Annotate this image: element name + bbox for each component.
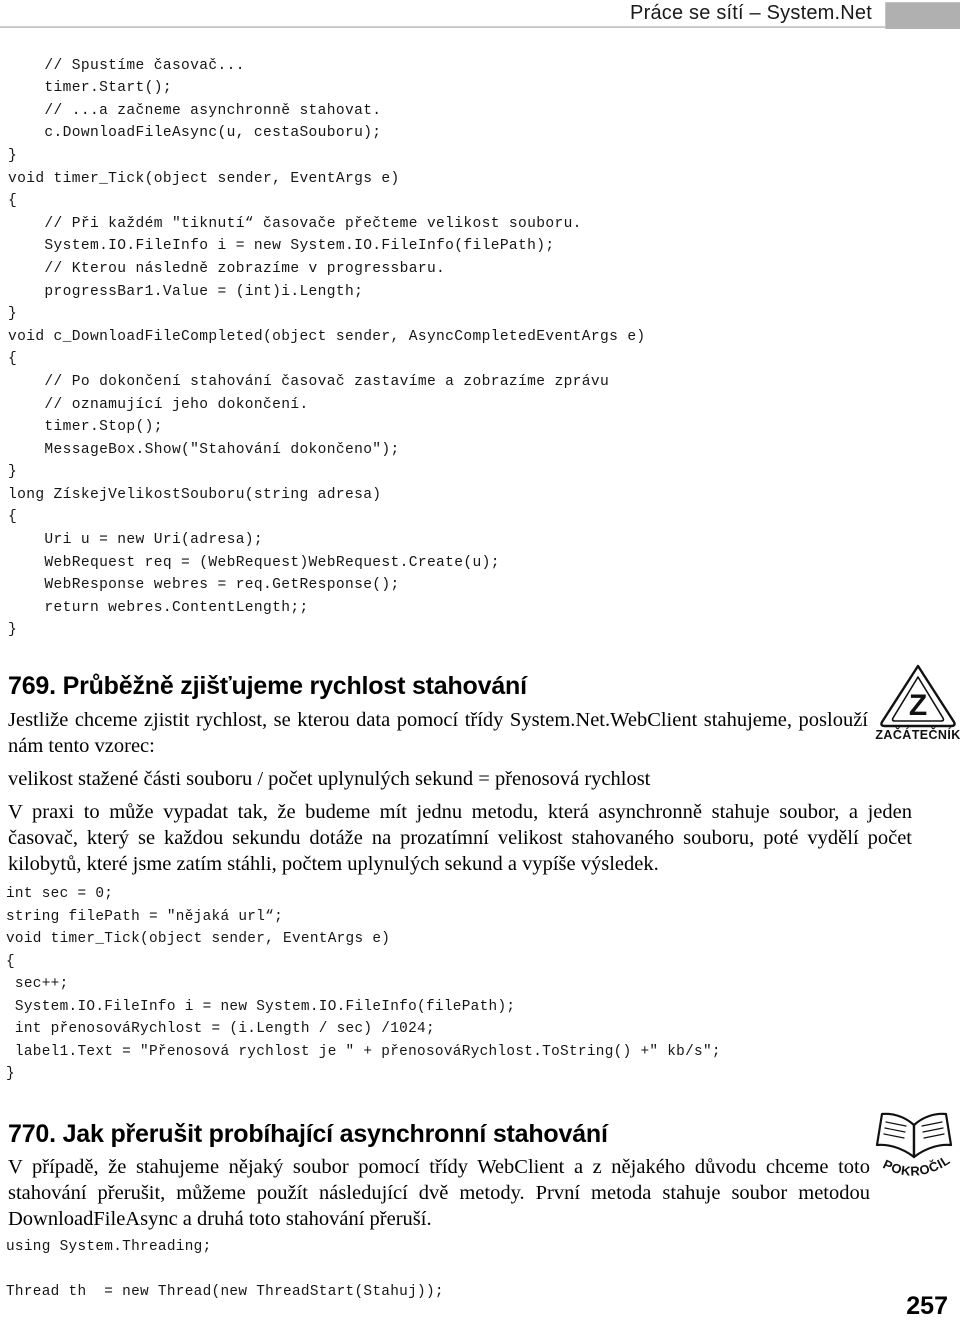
section-769-paragraph-2: V praxi to může vypadat tak, že budeme m… bbox=[8, 800, 912, 876]
header-thumb-tab bbox=[885, 2, 960, 29]
section-770-paragraph-1: V případě, že stahujeme nějaký soubor po… bbox=[8, 1155, 870, 1231]
beginner-icon-label: ZAČÁTEČNÍK bbox=[875, 727, 960, 742]
section-heading-770: 770. Jak přerušit probíhající asynchronn… bbox=[8, 1119, 608, 1148]
advanced-level-icon: POKROČILÝ bbox=[868, 1105, 960, 1187]
code-block-transfer-speed: int sec = 0; string filePath = "nějaká u… bbox=[6, 886, 721, 1083]
beginner-level-icon: Z ZAČÁTEČNÍK bbox=[872, 660, 960, 742]
page-header: Práce se sítí – System.Net bbox=[0, 0, 960, 30]
page-header-title: Práce se sítí – System.Net bbox=[630, 2, 872, 24]
section-769-paragraph-1: Jestliže chceme zjistit rychlost, se kte… bbox=[8, 708, 868, 757]
code-block-thread: using System.Threading; Thread th = new … bbox=[6, 1239, 444, 1301]
beginner-icon-glyph: Z bbox=[909, 689, 927, 722]
page-number: 257 bbox=[906, 1292, 948, 1320]
code-block-timer-download: // Spustíme časovač... timer.Start(); //… bbox=[8, 57, 646, 639]
section-769-formula: velikost stažené části souboru / počet u… bbox=[8, 767, 651, 790]
header-divider bbox=[0, 26, 886, 28]
section-heading-769: 769. Průběžně zjišťujeme rychlost stahov… bbox=[8, 671, 527, 700]
